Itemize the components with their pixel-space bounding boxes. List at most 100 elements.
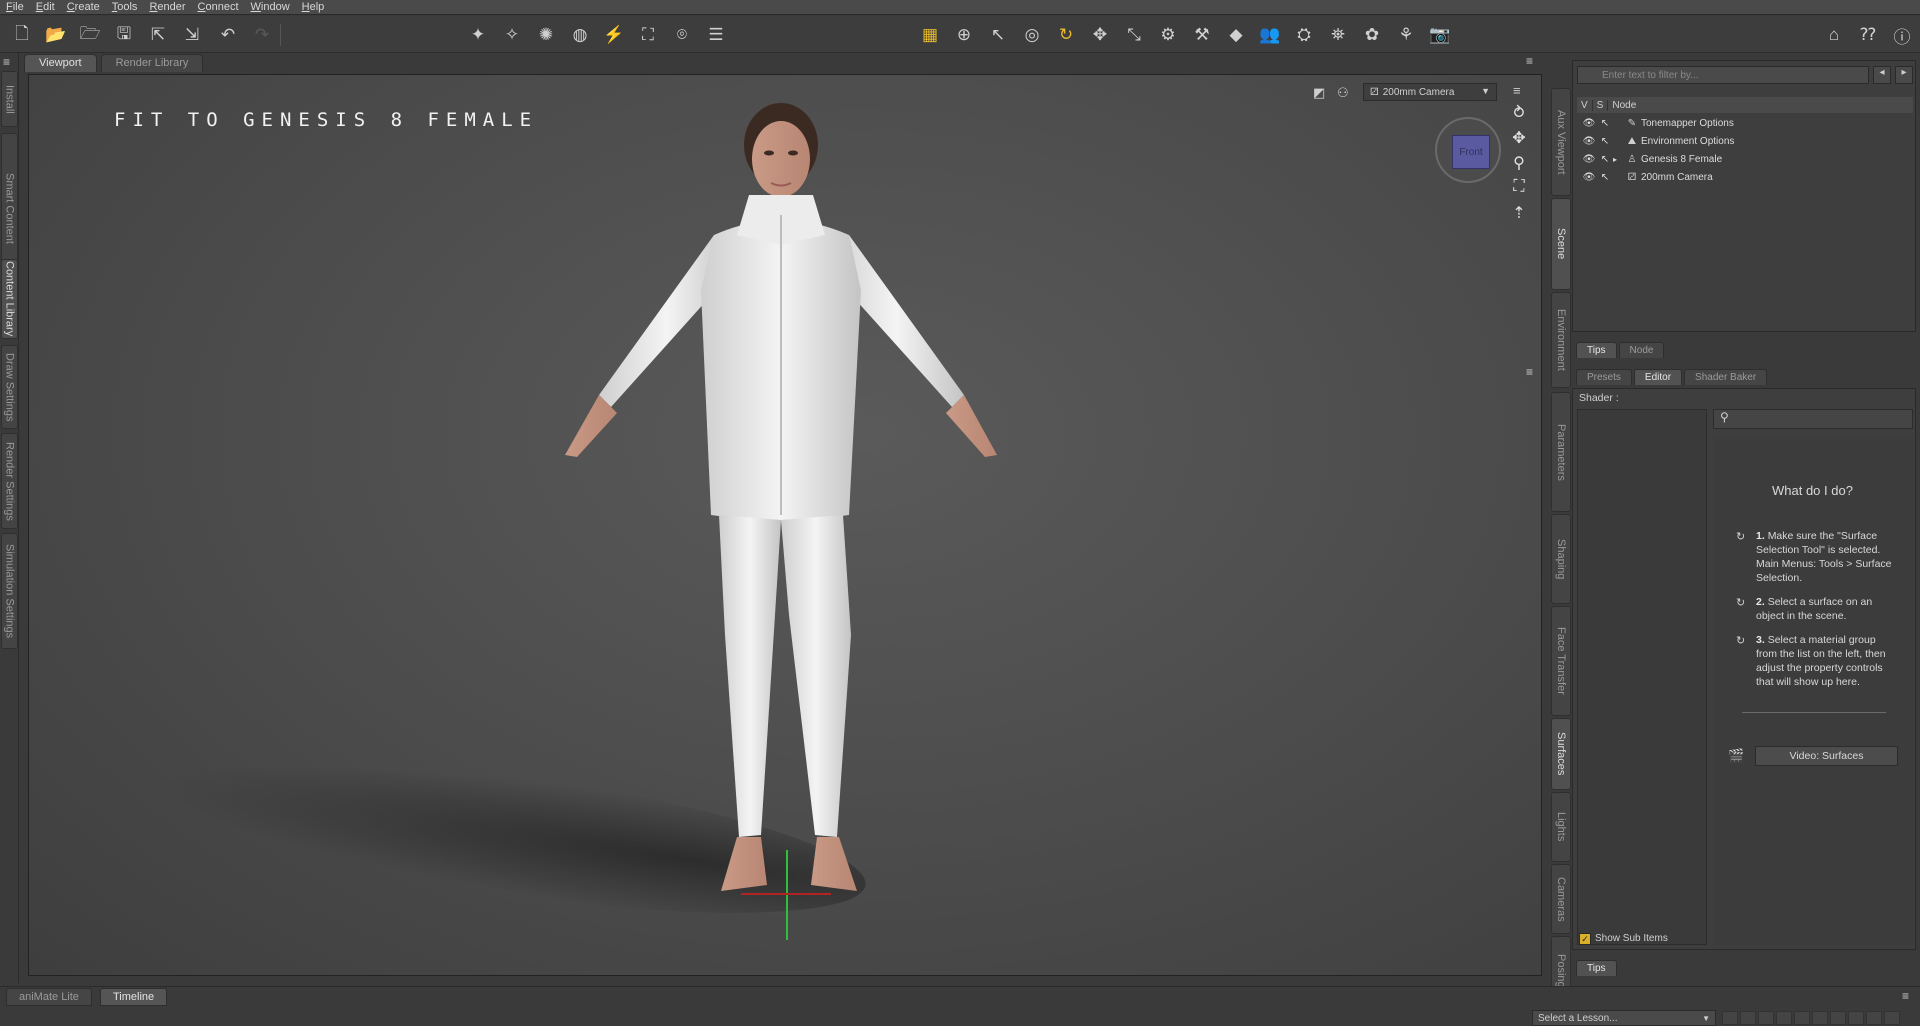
lesson-step[interactable] [1794, 1011, 1810, 1025]
transfer-tool-icon[interactable]: ⚒ [1190, 23, 1214, 47]
tab-simulation-settings[interactable]: Simulation Settings [1, 533, 18, 649]
reset-view-icon[interactable]: ⇡ [1509, 203, 1529, 223]
export-icon[interactable]: ⇲ [180, 23, 204, 47]
surfaces-menu-icon[interactable]: ≡ [1526, 365, 1533, 379]
redo-icon[interactable]: ↷ [250, 23, 274, 47]
tab-viewport[interactable]: Viewport [24, 54, 97, 72]
lesson-step[interactable] [1722, 1011, 1738, 1025]
scale-tool-icon[interactable]: ⤡ [1122, 23, 1146, 47]
home-icon[interactable]: ⌂ [1822, 23, 1846, 47]
figure-model[interactable] [499, 95, 1059, 935]
tab-shaping[interactable]: Shaping [1551, 514, 1571, 604]
active-pose-tool-icon[interactable]: ▦ [918, 23, 942, 47]
tab-render-settings[interactable]: Render Settings [1, 433, 18, 529]
tab-surfaces[interactable]: Surfaces [1551, 718, 1571, 790]
lesson-step[interactable] [1848, 1011, 1864, 1025]
camera-aux-icon[interactable]: ⚇ [1337, 85, 1353, 101]
tab-render-library[interactable]: Render Library [100, 54, 204, 72]
lesson-step[interactable] [1830, 1011, 1846, 1025]
open-recent-icon[interactable]: 🗁 [78, 23, 102, 47]
align-icon[interactable]: ☰ [704, 23, 728, 47]
menu-file[interactable]: File [6, 1, 24, 13]
scene-node-row[interactable]: 👁 ↖ ⛰ Environment Options [1577, 132, 1920, 150]
render-preview-icon[interactable]: ✿ [1360, 23, 1384, 47]
tab-timeline[interactable]: Timeline [100, 988, 168, 1006]
menu-render[interactable]: Render [149, 1, 185, 13]
tab-editor[interactable]: Editor [1633, 369, 1683, 385]
render-icon[interactable]: ⚘ [1394, 23, 1418, 47]
filter-forward-icon[interactable]: ▸ [1895, 66, 1913, 84]
scene-filter-input[interactable]: Enter text to filter by... [1577, 66, 1869, 84]
filter-back-icon[interactable]: ◂ [1873, 66, 1891, 84]
zoom-icon[interactable]: ⚲ [1509, 153, 1529, 173]
create-distant-light-icon[interactable]: ◍ [568, 23, 592, 47]
orbit-icon[interactable]: ⥁ [1509, 103, 1529, 123]
eye-icon[interactable]: 👁 [1581, 172, 1597, 183]
eye-icon[interactable]: 👁 [1581, 136, 1597, 147]
weight-map-icon[interactable]: ◆ [1224, 23, 1248, 47]
menu-tools[interactable]: Tools [112, 1, 138, 13]
viewport-options-icon[interactable]: ≡ [1513, 83, 1529, 99]
eye-icon[interactable]: 👁 [1581, 154, 1597, 165]
tab-node[interactable]: Node [1618, 342, 1665, 358]
show-sub-items-checkbox[interactable]: ✓ [1579, 933, 1591, 945]
lesson-step[interactable] [1866, 1011, 1882, 1025]
figure-setup-icon[interactable]: 👥 [1258, 23, 1282, 47]
tab-scene[interactable]: Scene [1551, 198, 1571, 290]
undo-icon[interactable]: ↶ [216, 23, 240, 47]
tab-cameras[interactable]: Cameras [1551, 864, 1571, 934]
new-file-icon[interactable]: 🗋 [10, 23, 34, 47]
video-surfaces-button[interactable]: Video: Surfaces [1755, 746, 1898, 766]
tab-face-transfer[interactable]: Face Transfer [1551, 606, 1571, 716]
lesson-step[interactable] [1776, 1011, 1792, 1025]
create-camera-icon[interactable]: ⛶ [636, 23, 660, 47]
tab-environment[interactable]: Environment [1551, 292, 1571, 388]
col-visible[interactable]: V [1577, 99, 1593, 111]
camera-snapshot-icon[interactable]: 📷 [1428, 23, 1452, 47]
create-linear-light-icon[interactable]: ⚡ [602, 23, 626, 47]
import-icon[interactable]: ⇱ [146, 23, 170, 47]
col-selectable[interactable]: S [1593, 99, 1609, 111]
view-cube-face[interactable]: Front [1452, 135, 1490, 169]
lesson-step[interactable] [1758, 1011, 1774, 1025]
open-icon[interactable]: 📂 [44, 23, 68, 47]
tab-presets[interactable]: Presets [1576, 369, 1632, 385]
create-point-light-icon[interactable]: ✺ [534, 23, 558, 47]
lesson-step[interactable] [1884, 1011, 1900, 1025]
tab-draw-settings[interactable]: Draw Settings [1, 345, 18, 429]
lesson-step[interactable] [1812, 1011, 1828, 1025]
material-list[interactable] [1577, 409, 1707, 945]
create-figure-icon[interactable]: ✦ [466, 23, 490, 47]
tab-lights[interactable]: Lights [1551, 792, 1571, 862]
tab-content-library[interactable]: Content Library [1, 259, 18, 339]
select-arrow-icon[interactable]: ↖ [1597, 172, 1613, 183]
tab-parameters[interactable]: Parameters [1551, 392, 1571, 512]
render-settings-icon[interactable]: ⛭ [1292, 23, 1316, 47]
tab-aux-viewport[interactable]: Aux Viewport [1551, 88, 1571, 196]
create-spotlight-icon[interactable]: ✧ [500, 23, 524, 47]
menu-window[interactable]: Window [251, 1, 290, 13]
menu-connect[interactable]: Connect [198, 1, 239, 13]
scene-node-row[interactable]: 👁 ↖ ⚂ 200mm Camera [1577, 168, 1920, 186]
whats-this-icon[interactable]: ⁇ [1856, 23, 1880, 47]
surface-selection-icon[interactable]: ◎ [1020, 23, 1044, 47]
scene-node-row[interactable]: 👁 ↖ ✎ Tonemapper Options [1577, 114, 1920, 132]
view-cube[interactable]: Front [1435, 117, 1501, 183]
menu-help[interactable]: Help [302, 1, 325, 13]
rotate-tool-icon[interactable]: ↻ [1054, 23, 1078, 47]
spot-render-icon[interactable]: ⛯ [1326, 23, 1350, 47]
3d-viewport[interactable]: FIT TO GENESIS 8 FEMALE ◩ ⚇ ⚂ 200mm Came… [28, 74, 1542, 976]
viewport-menu-icon[interactable]: ≡ [1526, 54, 1533, 68]
help-icon[interactable]: ⓘ [1890, 23, 1914, 47]
menu-edit[interactable]: Edit [36, 1, 55, 13]
save-icon[interactable]: 🖫 [112, 23, 136, 47]
node-selection-icon[interactable]: ↖ [986, 23, 1010, 47]
pan-icon[interactable]: ✥ [1509, 128, 1529, 148]
universal-tool-icon[interactable]: ⊕ [952, 23, 976, 47]
eye-icon[interactable]: 👁 [1581, 118, 1597, 129]
scene-node-row[interactable]: 👁 ↖ ▸ ♙ Genesis 8 Female [1577, 150, 1920, 168]
draw-style-icon[interactable]: ◩ [1313, 85, 1329, 101]
expand-arrow-icon[interactable]: ▸ [1613, 155, 1623, 164]
translate-tool-icon[interactable]: ✥ [1088, 23, 1112, 47]
tab-tips-bottom[interactable]: Tips [1576, 960, 1617, 976]
